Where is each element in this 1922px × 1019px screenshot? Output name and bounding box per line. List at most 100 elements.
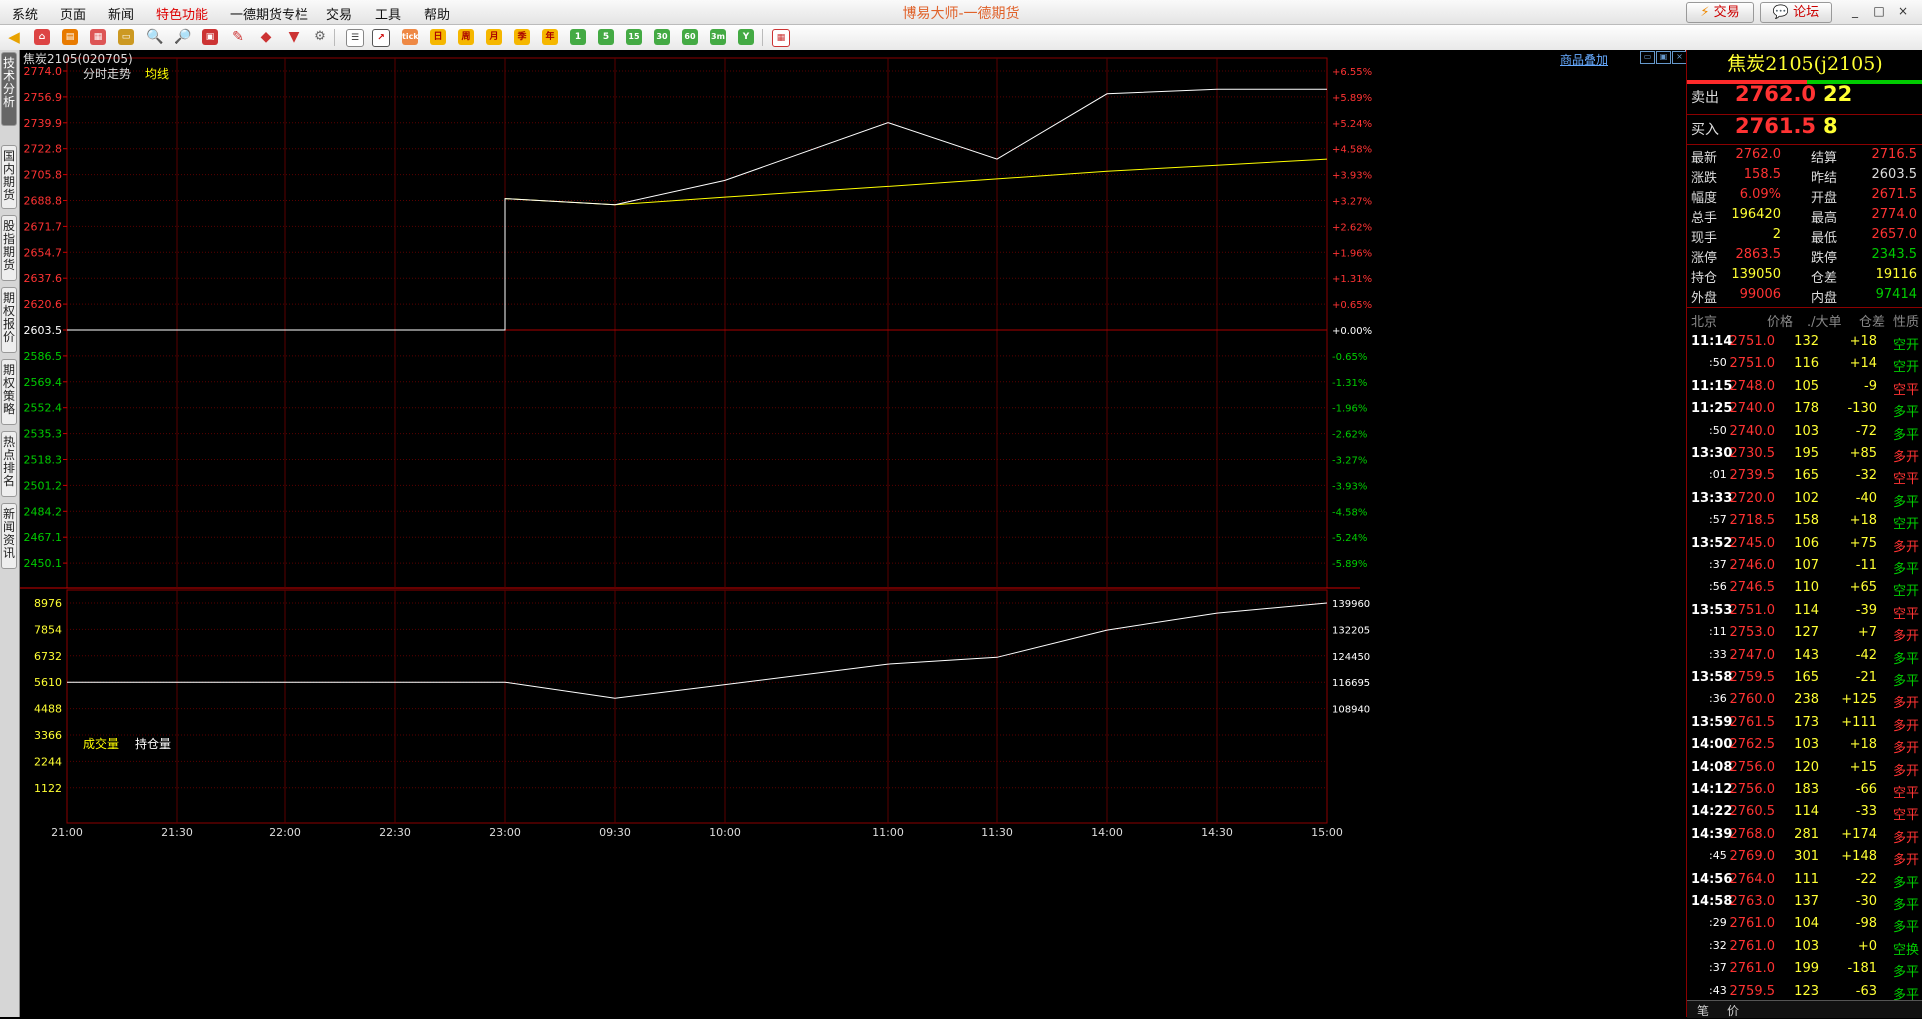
trade-button[interactable]: ⚡ 交易 (1686, 2, 1754, 23)
close-button[interactable]: × (1894, 2, 1912, 20)
zoom-in-icon[interactable]: 🔍 (146, 29, 163, 45)
tick-row[interactable]: 14:56 2764.0 111 -22 多平 (1687, 869, 1922, 891)
filter-icon[interactable]: ▼ (286, 29, 302, 45)
daily-button[interactable]: 日 (430, 29, 446, 45)
menu-page[interactable]: 页面 (60, 4, 86, 23)
tick-row[interactable]: :11 2753.0 127 +7 多开 (1687, 622, 1922, 644)
tick-price: 2756.0 (1729, 759, 1776, 775)
tick-row[interactable]: 14:00 2762.5 103 +18 多开 (1687, 734, 1922, 756)
tick-row[interactable]: 14:58 2763.0 137 -30 多平 (1687, 891, 1922, 913)
tick-nature: 多开 (1892, 853, 1919, 869)
back-arrow-icon[interactable]: ◀ (6, 29, 22, 45)
window-icon[interactable]: ▣ (202, 29, 218, 45)
commodity-overlay-link[interactable]: 商品叠加 (1560, 51, 1608, 68)
tab-by-trade[interactable]: 笔 (1697, 1002, 1709, 1019)
tick-row[interactable]: 13:52 2745.0 106 +75 多开 (1687, 533, 1922, 555)
panel-restore-icon[interactable]: ▭ (1640, 51, 1655, 64)
1min-button[interactable]: 1 (570, 29, 586, 45)
monthly-button[interactable]: 月 (486, 29, 502, 45)
tick-row[interactable]: 11:25 2740.0 178 -130 多平 (1687, 398, 1922, 420)
tick-oi-change: +7 (1857, 625, 1877, 641)
custom-period-button[interactable]: Y (738, 29, 754, 45)
tick-row[interactable]: :45 2769.0 301 +148 多开 (1687, 846, 1922, 868)
tab-option-quotes[interactable]: 期权报价 (1, 287, 17, 353)
tick-row[interactable]: 14:39 2768.0 281 +174 多开 (1687, 824, 1922, 846)
tab-hot-ranking[interactable]: 热点排名 (1, 431, 17, 497)
quarterly-button[interactable]: 季 (514, 29, 530, 45)
tick-row[interactable]: :37 2746.0 107 -11 多平 (1687, 555, 1922, 577)
menu-trade[interactable]: 交易 (326, 4, 352, 23)
tick-row[interactable]: :01 2739.5 165 -32 空平 (1687, 465, 1922, 487)
15min-button[interactable]: 15 (626, 29, 642, 45)
menu-help[interactable]: 帮助 (424, 4, 450, 23)
tick-oi-change: -98 (1855, 916, 1877, 932)
tab-by-price[interactable]: 价 (1727, 1002, 1739, 1019)
tick-time: 14:08 (1691, 759, 1733, 775)
tick-row[interactable]: :33 2747.0 143 -42 多平 (1687, 645, 1922, 667)
tab-news[interactable]: 新闻资讯 (1, 503, 17, 569)
weekly-button[interactable]: 周 (458, 29, 474, 45)
tick-oi-change: +0 (1857, 938, 1877, 954)
tick-row[interactable]: 13:58 2759.5 165 -21 多平 (1687, 667, 1922, 689)
percent-tick-label: +0.00% (1332, 326, 1372, 337)
tick-row[interactable]: :32 2761.0 103 +0 空换 (1687, 936, 1922, 958)
tick-row[interactable]: :37 2761.0 199 -181 多平 (1687, 958, 1922, 980)
tick-row[interactable]: 13:33 2720.0 102 -40 多平 (1687, 488, 1922, 510)
tick-row[interactable]: 11:14 2751.0 132 +18 空开 (1687, 331, 1922, 353)
intraday-chart-icon[interactable]: ↗ (372, 29, 390, 47)
panel-maximize-icon[interactable]: ▣ (1656, 51, 1671, 64)
price-pane-border (66, 57, 1328, 589)
tick-row[interactable]: 14:08 2756.0 120 +15 多开 (1687, 757, 1922, 779)
intraday-chart[interactable]: 2774.0 +6.55%2756.9 +5.89%2739.9 +5.24%2722… (20, 50, 1685, 1017)
tick-row[interactable]: 13:59 2761.5 173 +111 多开 (1687, 712, 1922, 734)
news-icon[interactable]: ▦ (90, 29, 106, 45)
pen-icon[interactable]: ✎ (230, 29, 246, 45)
forum-button[interactable]: 💬 论坛 (1760, 2, 1832, 23)
tick-row[interactable]: :57 2718.5 158 +18 空开 (1687, 510, 1922, 532)
tick-row[interactable]: 13:53 2751.0 114 -39 空平 (1687, 600, 1922, 622)
tick-row[interactable]: 11:15 2748.0 105 -9 空平 (1687, 376, 1922, 398)
tick-row[interactable]: :50 2751.0 116 +14 空开 (1687, 353, 1922, 375)
time-tick-label: 23:00 (489, 826, 521, 839)
tick-row[interactable]: :56 2746.5 110 +65 空开 (1687, 577, 1922, 599)
table-icon[interactable]: ☰ (346, 29, 364, 47)
tick-row[interactable]: :50 2740.0 103 -72 多平 (1687, 421, 1922, 443)
tick-row[interactable]: :29 2761.0 104 -98 多平 (1687, 913, 1922, 935)
settings-icon[interactable]: ⚙ (312, 29, 328, 45)
menu-yide-column[interactable]: 一德期货专栏 (230, 4, 308, 23)
menu-news[interactable]: 新闻 (108, 4, 134, 23)
tick-row[interactable]: 14:12 2756.0 183 -66 空平 (1687, 779, 1922, 801)
time-tick-label: 21:00 (51, 826, 83, 839)
menu-system[interactable]: 系统 (12, 4, 38, 23)
tab-option-strategy[interactable]: 期权策略 (1, 359, 17, 425)
tab-domestic-futures[interactable]: 国内期货 (1, 145, 17, 209)
60min-button[interactable]: 60 (682, 29, 698, 45)
tab-index-futures[interactable]: 股指期货 (1, 215, 17, 281)
home-icon[interactable]: ⌂ (34, 29, 50, 45)
tick-nature: 多平 (1892, 875, 1919, 891)
30min-button[interactable]: 30 (654, 29, 670, 45)
eraser-icon[interactable]: ◆ (258, 29, 274, 45)
minimize-button[interactable]: _ (1846, 2, 1864, 20)
stat-value: 2657.0 (1871, 227, 1918, 242)
tab-technical-analysis[interactable]: 技术分析 (1, 52, 17, 126)
zoom-out-icon[interactable]: 🔎 (174, 29, 191, 45)
3min-button[interactable]: 3m (710, 29, 726, 45)
tick-row[interactable]: :36 2760.0 238 +125 多开 (1687, 689, 1922, 711)
book-icon[interactable]: ▤ (62, 29, 78, 45)
panel-close-icon[interactable]: × (1672, 51, 1687, 64)
tick-price: 2748.0 (1729, 378, 1776, 394)
tick-header-time: 北京 (1691, 315, 1718, 330)
folder-icon[interactable]: ▭ (118, 29, 134, 45)
maximize-button[interactable]: □ (1870, 2, 1888, 20)
stat-value: 139050 (1731, 267, 1781, 282)
tick-row[interactable]: 14:22 2760.5 114 -33 空平 (1687, 801, 1922, 823)
yearly-button[interactable]: 年 (542, 29, 558, 45)
menu-features[interactable]: 特色功能 (156, 4, 208, 23)
tick-time: 14:56 (1691, 871, 1733, 887)
tick-row[interactable]: 13:30 2730.5 195 +85 多开 (1687, 443, 1922, 465)
tick-button[interactable]: tick (402, 29, 419, 45)
5min-button[interactable]: 5 (598, 29, 614, 45)
calculator-icon[interactable]: ▦ (772, 29, 790, 47)
menu-tools[interactable]: 工具 (375, 4, 401, 23)
